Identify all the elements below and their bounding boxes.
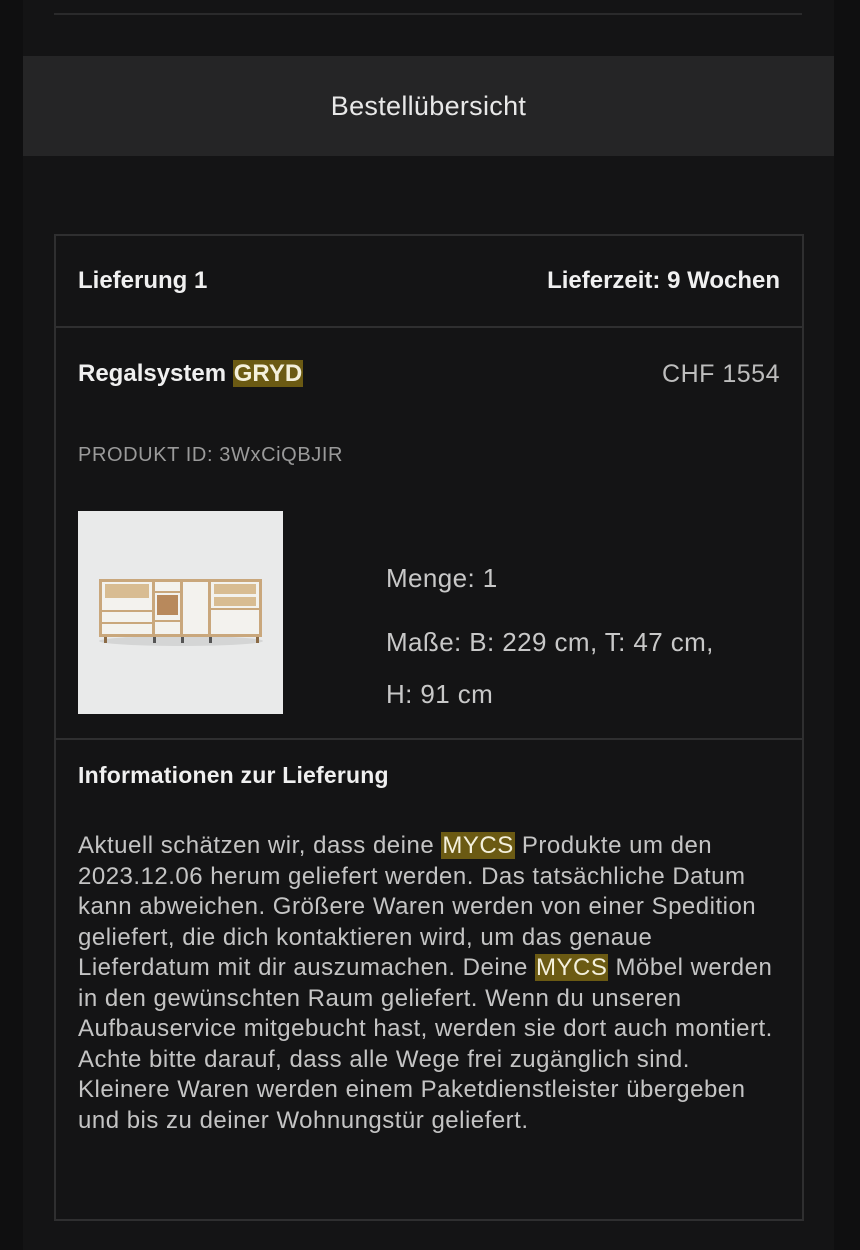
brand-highlight: MYCS	[535, 954, 609, 981]
delivery-info-text: Aktuell schätzen wir, dass deine MYCS Pr…	[78, 831, 778, 1136]
order-summary-toggle[interactable]: Bestellübersicht	[23, 56, 834, 156]
order-page: Bestellübersicht Lieferung 1 Lieferzeit:…	[0, 0, 860, 1250]
delivery-card: Lieferung 1 Lieferzeit: 9 Wochen Regalsy…	[54, 234, 804, 1221]
delivery-header: Lieferung 1 Lieferzeit: 9 Wochen	[56, 236, 802, 328]
product-image[interactable]	[78, 511, 283, 714]
delivery-time: Lieferzeit: 9 Wochen	[547, 267, 780, 294]
product-name[interactable]: Regalsystem GRYD	[78, 360, 304, 388]
product-dimensions-2: H: 91 cm	[386, 679, 494, 709]
product-name-prefix: Regalsystem	[78, 360, 233, 387]
delivery-info-title: Informationen zur Lieferung	[78, 762, 389, 788]
product-price: CHF 1554	[662, 360, 780, 388]
divider	[54, 13, 802, 15]
product-name-highlight: GRYD	[232, 360, 304, 387]
product-meta: Menge: 1 Maße: B: 229 cm, T: 47 cm, H: 9…	[386, 552, 786, 720]
product-section: Regalsystem GRYD CHF 1554 PRODUKT ID: 3W…	[56, 330, 802, 740]
delivery-title: Lieferung 1	[78, 267, 208, 294]
product-quantity: Menge: 1	[386, 563, 498, 593]
product-dimensions-1: Maße: B: 229 cm, T: 47 cm,	[386, 627, 714, 657]
product-id: PRODUKT ID: 3WxCiQBJIR	[78, 444, 344, 466]
info-text-part1: Aktuell schätzen wir, dass deine	[78, 832, 442, 859]
shelf-icon	[78, 511, 283, 714]
order-summary-label: Bestellübersicht	[330, 90, 527, 121]
delivery-info-section: Informationen zur Lieferung Aktuell schä…	[56, 740, 802, 1217]
brand-highlight: MYCS	[441, 832, 515, 859]
